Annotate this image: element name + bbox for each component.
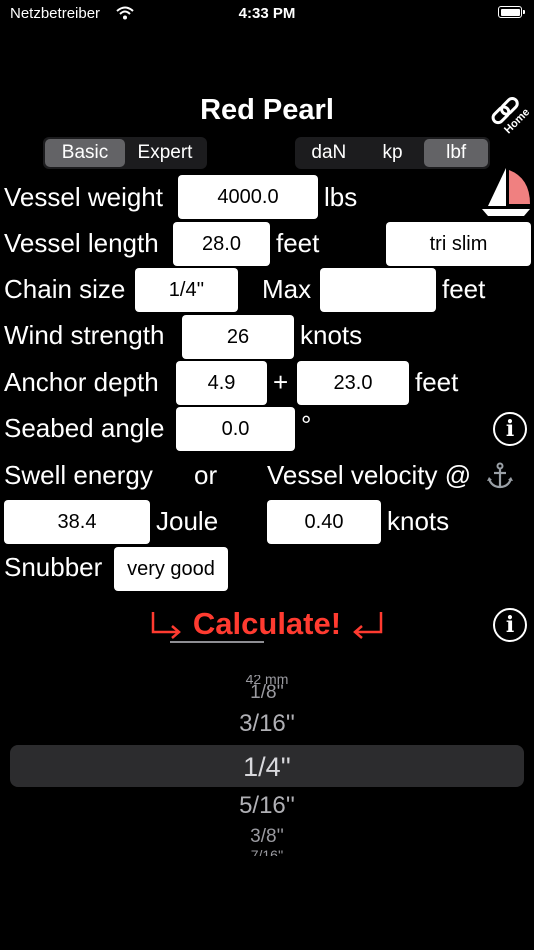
anchor-depth-plus: + [273,367,289,397]
vessel-length-unit: feet [276,228,320,258]
swell-energy-input[interactable]: 38.4 [4,500,150,544]
anchor-depth-label: Anchor depth [4,367,159,397]
seabed-angle-label: Seabed angle [4,413,165,443]
anchor-icon [487,462,513,489]
unit-lbf[interactable]: lbf [424,139,489,167]
anchor-depth-input-1[interactable]: 4.9 [176,361,267,405]
picker-item[interactable]: 3/8'' [0,826,534,848]
hull-type-selector[interactable]: tri slim [386,222,531,266]
picker-item[interactable]: 5/16'' [0,792,534,820]
home-link-icon: Home [491,97,532,136]
unit-dan[interactable]: daN [297,139,361,167]
wind-strength-label: Wind strength [4,320,165,350]
snubber-label: Snubber [4,552,103,582]
mode-basic[interactable]: Basic [45,139,125,167]
vessel-length-input[interactable]: 28.0 [173,222,270,266]
unit-segmented-control[interactable]: daN kp lbf [295,137,490,169]
info-icon[interactable]: i [493,608,527,642]
chain-size-input[interactable]: 1/4'' [135,268,238,312]
picker-item[interactable]: 7/16'' [0,848,534,856]
battery-icon [498,6,525,18]
picker-item[interactable]: 1/8'' [0,682,534,704]
vessel-weight-input[interactable]: 4000.0 [178,175,318,219]
wind-strength-unit: knots [300,320,363,350]
chain-max-input[interactable] [320,268,436,312]
snubber-selector[interactable]: very good [114,547,228,591]
calculate-button[interactable]: Calculate! [150,606,384,642]
vessel-velocity-label: Vessel velocity @ [267,460,472,490]
chain-size-label: Chain size [4,274,126,304]
picker-item[interactable]: 3/16'' [0,710,534,738]
seabed-angle-unit: ° [301,410,312,440]
home-link-button[interactable]: Home [484,88,532,136]
swell-or-label: or [194,460,218,490]
calculate-underline [170,641,264,643]
mode-segmented-control[interactable]: Basic Expert [43,137,207,169]
vessel-velocity-unit: knots [387,506,450,536]
wind-strength-input[interactable]: 26 [182,315,294,359]
seabed-angle-input[interactable]: 0.0 [176,407,295,451]
vessel-velocity-input[interactable]: 0.40 [267,500,381,544]
swell-energy-unit: Joule [156,506,219,536]
vessel-weight-unit: lbs [324,182,358,212]
sailboat-icon[interactable] [478,164,534,220]
swell-energy-label: Swell energy [4,460,153,490]
vessel-weight-label: Vessel weight [4,182,163,212]
info-icon[interactable]: i [493,412,527,446]
anchor-depth-unit: feet [415,367,459,397]
chain-size-picker[interactable]: 42 mm 1/8'' 3/16'' 1/4'' 5/16'' 3/8'' 7/… [0,672,534,857]
status-time: 4:33 PM [238,5,296,22]
chain-max-label: Max [262,274,312,304]
vessel-length-label: Vessel length [4,228,159,258]
picker-item-selected[interactable]: 1/4'' [0,751,534,783]
return-arrow-icon [353,612,383,639]
home-label: Home [502,106,532,136]
page-title: Red Pearl [200,94,334,126]
anchor-depth-input-2[interactable]: 23.0 [297,361,409,405]
unit-kp[interactable]: kp [361,139,425,167]
mode-expert[interactable]: Expert [125,139,205,167]
chain-max-unit: feet [442,274,486,304]
